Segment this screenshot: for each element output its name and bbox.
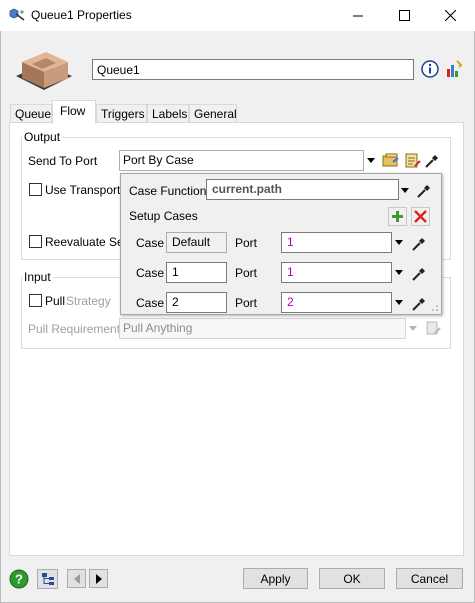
case-value-default: Default (166, 232, 227, 253)
apply-button[interactable]: Apply (243, 568, 308, 589)
add-icon (392, 211, 403, 222)
help-button[interactable]: ? (9, 569, 29, 589)
window-title: Queue1 Properties (31, 8, 132, 22)
port-value-input[interactable]: 1 (281, 262, 392, 283)
maximize-icon (398, 10, 410, 21)
cancel-button[interactable]: Cancel (396, 568, 463, 589)
use-transport-checkbox[interactable] (29, 183, 42, 196)
tab-labels[interactable]: Labels (147, 104, 189, 123)
port-dropdown-arrow[interactable] (395, 270, 403, 275)
queue-object-thumbnail (16, 52, 72, 90)
close-icon (444, 10, 456, 21)
case-label: Case (136, 236, 165, 250)
strategy-label: Strategy (66, 294, 111, 308)
port-dropdown-arrow[interactable] (395, 300, 403, 305)
output-legend: Output (22, 130, 63, 144)
port-eyedropper-icon[interactable] (412, 264, 426, 281)
statistics-icon[interactable] (445, 59, 463, 79)
port-label: Port (235, 236, 258, 250)
object-name-input[interactable] (92, 59, 414, 80)
title-bar: Queue1 Properties (0, 0, 475, 31)
port-eyedropper-icon[interactable] (412, 234, 426, 251)
case-function-eyedropper-icon[interactable] (417, 181, 431, 198)
port-dropdown-arrow[interactable] (395, 240, 403, 245)
port-label: Port (235, 296, 258, 310)
help-icon: ? (9, 569, 29, 589)
resize-grip-icon[interactable] (431, 304, 439, 312)
tree-view-button[interactable] (37, 569, 58, 589)
tab-queue[interactable]: Queue (10, 104, 52, 123)
properties-app-icon (9, 8, 25, 21)
pull-requirement-dropdown-arrow (409, 326, 417, 331)
next-object-button[interactable] (89, 569, 108, 588)
minimize-button[interactable] (335, 0, 381, 31)
send-to-port-dropdown-arrow[interactable] (367, 158, 375, 163)
port-eyedropper-icon[interactable] (412, 294, 426, 311)
ok-button[interactable]: OK (319, 568, 385, 589)
port-value-input[interactable]: 1 (281, 232, 392, 253)
remove-icon (414, 210, 427, 223)
code-edit-icon[interactable] (403, 152, 421, 169)
reevaluate-checkbox[interactable] (29, 235, 42, 248)
input-legend: Input (22, 270, 53, 284)
case-label: Case (136, 296, 165, 310)
eyedropper-icon[interactable] (424, 152, 440, 169)
info-icon[interactable] (421, 60, 439, 78)
pull-requirement-select: Pull Anything (119, 318, 406, 339)
pull-checkbox[interactable] (29, 294, 42, 307)
pull-requirement-label: Pull Requirement (28, 322, 121, 336)
arrow-right-icon (95, 573, 102, 584)
port-value-input[interactable]: 2 (281, 292, 392, 313)
remove-case-button[interactable] (411, 207, 430, 226)
tab-flow[interactable]: Flow (52, 100, 96, 124)
reevaluate-label: Reevaluate Sen (45, 235, 131, 249)
case-function-label: Case Function (129, 184, 207, 198)
arrow-left-icon (73, 573, 80, 584)
use-transport-label: Use Transport (45, 183, 121, 197)
case-function-input[interactable]: current.path (206, 179, 399, 200)
case-label: Case (136, 266, 165, 280)
case-value-input[interactable]: 2 (166, 292, 227, 313)
template-browse-icon[interactable] (382, 152, 400, 168)
tab-general[interactable]: General (189, 104, 237, 123)
case-value-input[interactable]: 1 (166, 262, 227, 283)
close-button[interactable] (427, 0, 473, 31)
pull-label: Pull (45, 294, 66, 308)
send-to-port-select[interactable]: Port By Case (119, 150, 364, 171)
previous-object-button[interactable] (67, 569, 86, 588)
setup-cases-label: Setup Cases (129, 209, 198, 223)
add-case-button[interactable] (388, 207, 407, 226)
svg-text:?: ? (15, 572, 23, 587)
case-function-dropdown-arrow[interactable] (401, 188, 409, 193)
maximize-button[interactable] (381, 0, 427, 31)
send-to-port-label: Send To Port (28, 154, 98, 168)
tab-triggers[interactable]: Triggers (96, 104, 147, 123)
port-label: Port (235, 266, 258, 280)
pull-requirement-edit-icon (426, 321, 441, 335)
case-setup-popup: Case Function current.path Setup Cases C… (120, 173, 442, 315)
tree-icon (41, 573, 54, 585)
minimize-icon (352, 15, 363, 17)
